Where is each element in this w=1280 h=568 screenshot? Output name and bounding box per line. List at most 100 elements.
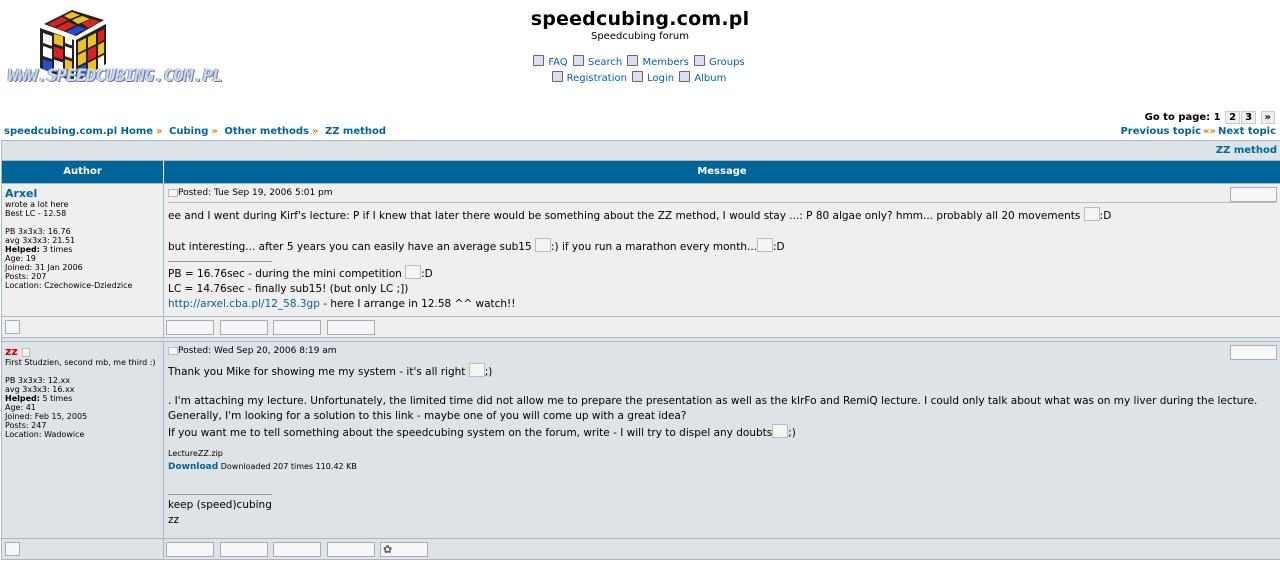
current-page: 1	[1213, 112, 1221, 123]
helped-count: 3 times	[42, 245, 73, 254]
post-date: Posted: Wed Sep 20, 2006 8:19 am	[168, 345, 1276, 357]
profile-button[interactable]	[166, 320, 214, 335]
page-link-3[interactable]: 3	[1241, 111, 1257, 124]
helped-label: Helped:	[5, 394, 40, 403]
breadcrumb-other-methods[interactable]: Other methods	[224, 126, 309, 137]
nav-search[interactable]: Search	[588, 57, 622, 68]
post-actions-row: ✿	[2, 539, 1280, 559]
post: zz First Studzien, second mb, me third :…	[2, 342, 1280, 538]
attachment-info: Downloaded 207 times 110.42 KB	[220, 462, 357, 471]
email-button[interactable]	[273, 542, 321, 557]
post-message: Posted: Wed Sep 20, 2006 8:19 am Thank y…	[164, 342, 1280, 538]
nav-faq[interactable]: FAQ	[548, 57, 567, 68]
online-status-icon	[21, 348, 30, 357]
author-age: Age: 41	[5, 403, 36, 412]
profile-buttons	[164, 317, 1280, 337]
breadcrumb-home[interactable]: speedcubing.com.pl Home	[4, 126, 153, 137]
www-button[interactable]	[326, 320, 375, 335]
download-link[interactable]: Download	[168, 462, 218, 472]
author-rank: wrote a lot here	[5, 200, 69, 209]
author-pb: PB 3x3x3: 16.76	[5, 227, 71, 236]
nav-album[interactable]: Album	[694, 73, 726, 84]
signature-link[interactable]: http://arxel.cba.pl/12_58.3gp	[168, 298, 320, 310]
smiley-code: :D	[421, 268, 433, 280]
album-icon	[679, 71, 691, 82]
back-to-top-button[interactable]	[5, 542, 20, 556]
email-button[interactable]	[273, 320, 321, 335]
site-subtitle: Speedcubing forum	[590, 31, 689, 42]
topic-navigation: Previous topic «» Next topic	[1120, 126, 1276, 137]
signature-line: zz	[168, 514, 180, 526]
site-title[interactable]: speedcubing.com.pl	[0, 8, 1280, 30]
profile-button[interactable]	[166, 542, 214, 557]
back-to-top-button[interactable]	[5, 320, 20, 334]
search-icon	[572, 55, 584, 66]
www-button[interactable]	[326, 542, 375, 557]
signature-divider	[168, 494, 272, 495]
post-line: Thank you Mike for showing me my system …	[168, 363, 1276, 380]
post-spacer	[2, 338, 1280, 341]
faq-icon	[533, 55, 545, 66]
attachment-row: Download Downloaded 207 times 110.42 KB	[168, 460, 1276, 474]
table-header: Author Message	[2, 161, 1280, 183]
signature-line: LC = 14.76sec - finally sub15! (but only…	[168, 283, 409, 295]
back-to-top-cell	[2, 539, 163, 559]
smiley-icon	[757, 238, 773, 252]
nav-registration[interactable]: Registration	[567, 73, 627, 84]
smiley-code: ;)	[788, 427, 796, 439]
pm-button[interactable]	[219, 320, 268, 335]
post-author-panel: Arxel wrote a lot here Best LC - 12.58 P…	[2, 184, 163, 316]
breadcrumb: speedcubing.com.pl Home» Cubing» Other m…	[4, 126, 386, 137]
gg-button[interactable]: ✿	[380, 542, 428, 557]
topic-table: ZZ method Author Message Arxel wrote a l…	[1, 140, 1280, 560]
post-message: Posted: Tue Sep 19, 2006 5:01 pm ee and …	[164, 184, 1280, 316]
author-rank: First Studzien, second mb, me third :)	[5, 358, 156, 367]
nav-login[interactable]: Login	[647, 73, 674, 84]
pagination: Go to page: 1 23 »	[1145, 111, 1275, 124]
back-to-top-cell	[2, 317, 163, 337]
topic-title-link[interactable]: ZZ method	[1216, 145, 1277, 156]
next-topic-link[interactable]: Next topic	[1218, 126, 1276, 137]
nav-members[interactable]: Members	[642, 57, 688, 68]
attachment-filename: LectureZZ.zip	[168, 449, 223, 458]
author-posts: Posts: 207	[5, 272, 47, 281]
pm-button[interactable]	[219, 542, 268, 557]
smiley-code: :D	[1099, 210, 1112, 222]
breadcrumb-cubing[interactable]: Cubing	[169, 126, 208, 137]
signature-divider	[168, 261, 272, 262]
next-page-button[interactable]: »	[1260, 111, 1275, 124]
header: WWW.SPEEDCUBING.COM.PL speedcubing.com.p…	[0, 0, 1280, 108]
login-icon	[632, 71, 644, 82]
author-pb: PB 3x3x3: 12.xx	[5, 376, 71, 385]
author-name[interactable]: Arxel	[5, 187, 160, 200]
signature-line: keep (speed)cubing	[168, 499, 272, 511]
post-line: Generally, I'm looking for a solution to…	[168, 410, 687, 422]
author-helped: Helped: 5 times	[5, 394, 160, 403]
author-avg: avg 3x3x3: 21.51	[5, 236, 76, 245]
author-age: Age: 19	[5, 254, 36, 263]
previous-topic-link[interactable]: Previous topic	[1120, 126, 1201, 137]
smiley-icon	[772, 424, 789, 438]
author-helped: Helped: 3 times	[5, 245, 160, 254]
nav-groups[interactable]: Groups	[709, 57, 745, 68]
author-name[interactable]: zz	[5, 345, 160, 358]
register-icon	[551, 71, 563, 82]
breadcrumb-separator: »	[156, 126, 163, 137]
pagination-label: Go to page:	[1144, 112, 1211, 123]
quote-button[interactable]	[1230, 345, 1277, 360]
page-link-2[interactable]: 2	[1225, 111, 1241, 124]
quote-button[interactable]	[1230, 187, 1277, 202]
topic-title-bar: ZZ method	[2, 141, 1280, 160]
message-column-header: Message	[697, 166, 747, 177]
gadu-gadu-flower-icon: ✿	[383, 543, 393, 556]
topic-nav-separator: «»	[1203, 126, 1216, 137]
author-avg: avg 3x3x3: 16.xx	[5, 385, 75, 394]
signature-line: PB = 16.76sec - during the mini competit…	[168, 265, 1276, 282]
smiley-code: ;)	[484, 366, 493, 378]
author-location: Location: Wadowice	[5, 430, 85, 439]
smiley-icon	[405, 265, 422, 279]
breadcrumb-topic[interactable]: ZZ method	[325, 126, 386, 137]
post-line: If you want me to tell something about t…	[168, 424, 1276, 441]
profile-buttons: ✿	[164, 539, 1280, 559]
smiley-code: :D	[773, 241, 785, 253]
